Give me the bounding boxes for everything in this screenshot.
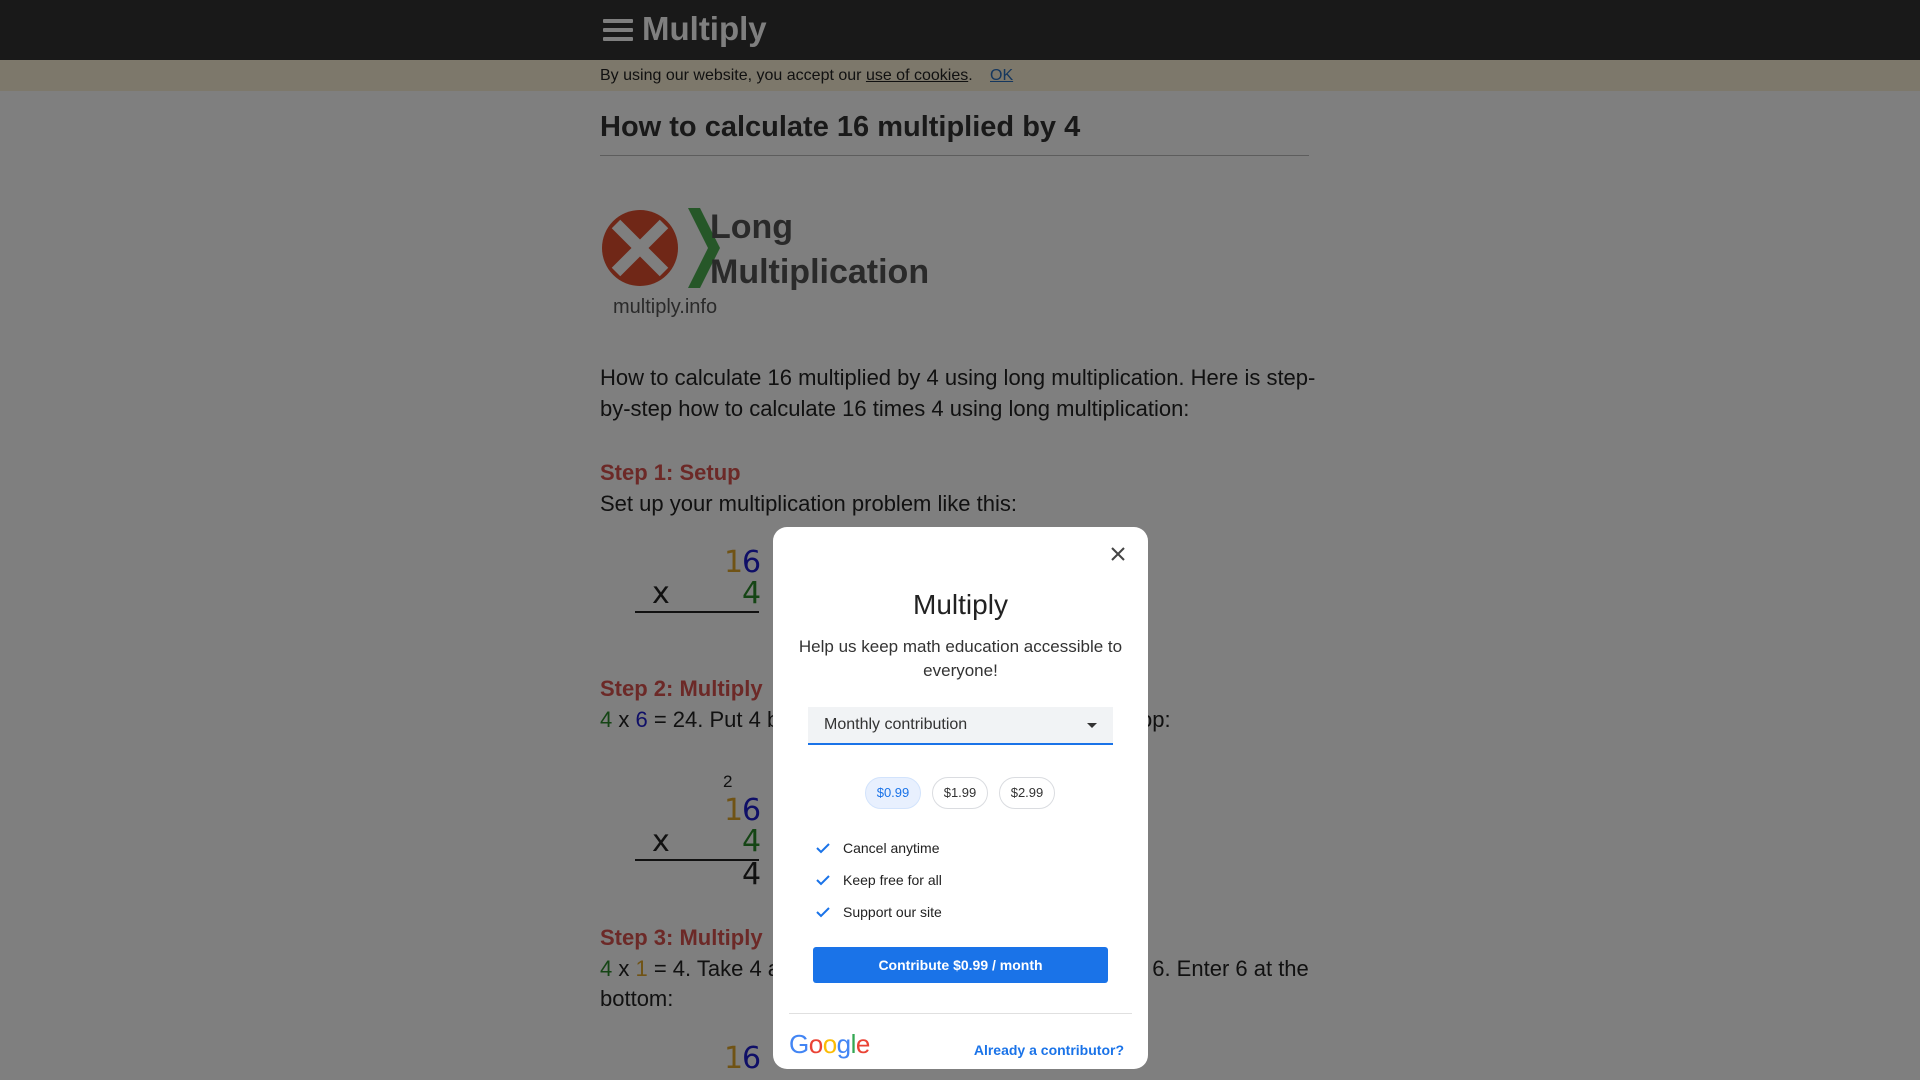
google-logo: Google xyxy=(789,1029,870,1059)
dialog-title: Multiply xyxy=(913,589,1008,620)
contribute-button[interactable]: Contribute $0.99 / month xyxy=(813,947,1108,983)
benefit-item: Keep free for all xyxy=(843,872,942,888)
benefit-item: Support our site xyxy=(843,904,942,920)
benefit-item: Cancel anytime xyxy=(843,840,940,856)
amount-option-2[interactable]: $1.99 xyxy=(932,777,988,809)
already-contributor-link[interactable]: Already a contributor? xyxy=(974,1042,1124,1058)
dialog-subtitle: Help us keep math education accessible t… xyxy=(798,637,1123,680)
check-icon xyxy=(816,907,830,918)
select-value: Monthly contribution xyxy=(824,716,968,733)
contribution-frequency-select[interactable]: Monthly contribution xyxy=(808,707,1113,745)
amount-option-1[interactable]: $0.99 xyxy=(865,777,921,809)
chevron-down-icon xyxy=(1087,723,1097,728)
amount-option-3[interactable]: $2.99 xyxy=(999,777,1055,809)
check-icon xyxy=(816,843,830,854)
contribution-dialog: Multiply Help us keep math education acc… xyxy=(773,527,1148,1069)
check-icon xyxy=(816,875,830,886)
dialog-divider xyxy=(789,1013,1132,1014)
close-icon[interactable] xyxy=(1109,545,1127,563)
